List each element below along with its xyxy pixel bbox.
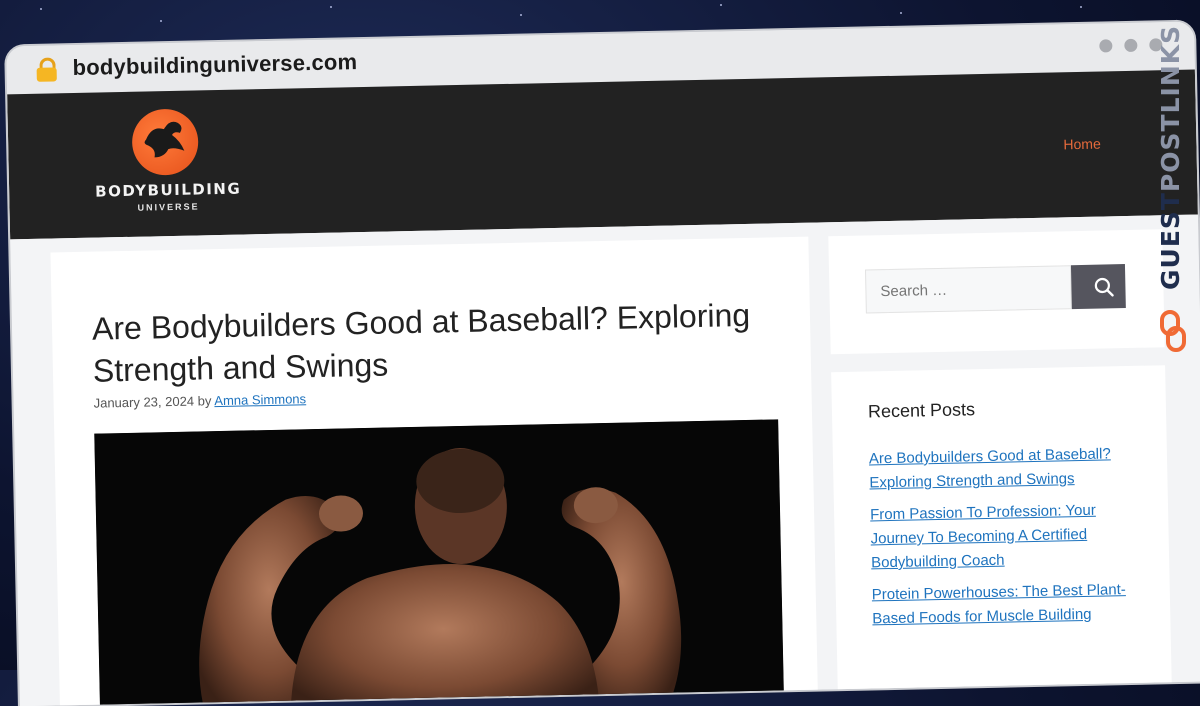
guestpostlinks-watermark: GUESTPOSTLINKS — [1152, 25, 1194, 356]
star — [720, 4, 722, 6]
search-widget — [828, 229, 1165, 355]
link-chain-icon — [1160, 310, 1186, 352]
search-button[interactable] — [1070, 264, 1126, 310]
list-item: From Passion To Profession: Your Journey… — [870, 498, 1141, 576]
bodybuilder-image-icon — [94, 419, 785, 706]
recent-post-link[interactable]: Are Bodybuilders Good at Baseball? Explo… — [869, 445, 1111, 491]
star — [900, 12, 902, 14]
recent-posts-widget: Recent Posts Are Bodybuilders Good at Ba… — [831, 365, 1172, 703]
search-icon — [1094, 277, 1114, 297]
article-date: January 23, 2024 — [93, 393, 195, 411]
star — [160, 20, 162, 22]
recent-posts-heading: Recent Posts — [867, 399, 976, 422]
article-title: Are Bodybuilders Good at Baseball? Explo… — [91, 296, 751, 389]
window-dot-icon[interactable] — [1124, 38, 1138, 53]
recent-posts-list: Are Bodybuilders Good at Baseball? Explo… — [869, 442, 1143, 640]
article-meta: January 23, 2024 by Amna Simmons — [93, 391, 306, 410]
star — [520, 14, 522, 16]
list-item: Protein Powerhouses: The Best Plant-Base… — [872, 578, 1143, 632]
lock-icon — [36, 57, 57, 82]
byline-prefix: by — [197, 393, 212, 409]
article-card: Are Bodybuilders Good at Baseball? Explo… — [50, 236, 819, 706]
logo-subtitle: UNIVERSE — [137, 201, 200, 213]
site-header: BODYBUILDING UNIVERSE Home — [7, 69, 1198, 240]
watermark-part-guest: GUEST — [1156, 192, 1185, 290]
star — [1080, 6, 1082, 8]
star — [40, 8, 42, 10]
list-item: Are Bodybuilders Good at Baseball? Explo… — [869, 442, 1140, 496]
browser-window: bodybuildinguniverse.com BODYBUILDING UN… — [6, 21, 1200, 706]
watermark-part-postlinks: POSTLINKS — [1156, 24, 1185, 193]
window-controls — [1099, 38, 1163, 53]
logo-wordmark: BODYBUILDING — [94, 179, 242, 201]
author-link[interactable]: Amna Simmons — [214, 391, 306, 408]
recent-post-link[interactable]: From Passion To Profession: Your Journey… — [870, 502, 1096, 572]
url-text[interactable]: bodybuildinguniverse.com — [72, 49, 357, 81]
recent-post-link[interactable]: Protein Powerhouses: The Best Plant-Base… — [872, 581, 1126, 627]
window-dot-icon[interactable] — [1099, 39, 1113, 53]
page-content: Are Bodybuilders Good at Baseball? Explo… — [10, 214, 1200, 706]
site-logo[interactable]: BODYBUILDING UNIVERSE — [91, 107, 253, 220]
watermark-text: GUESTPOSTLINKS — [1156, 25, 1185, 290]
search-input[interactable] — [864, 265, 1072, 314]
logo-emblem-icon — [131, 108, 199, 176]
featured-image[interactable] — [94, 419, 785, 706]
star — [330, 6, 332, 8]
nav-home-link[interactable]: Home — [1063, 136, 1101, 153]
